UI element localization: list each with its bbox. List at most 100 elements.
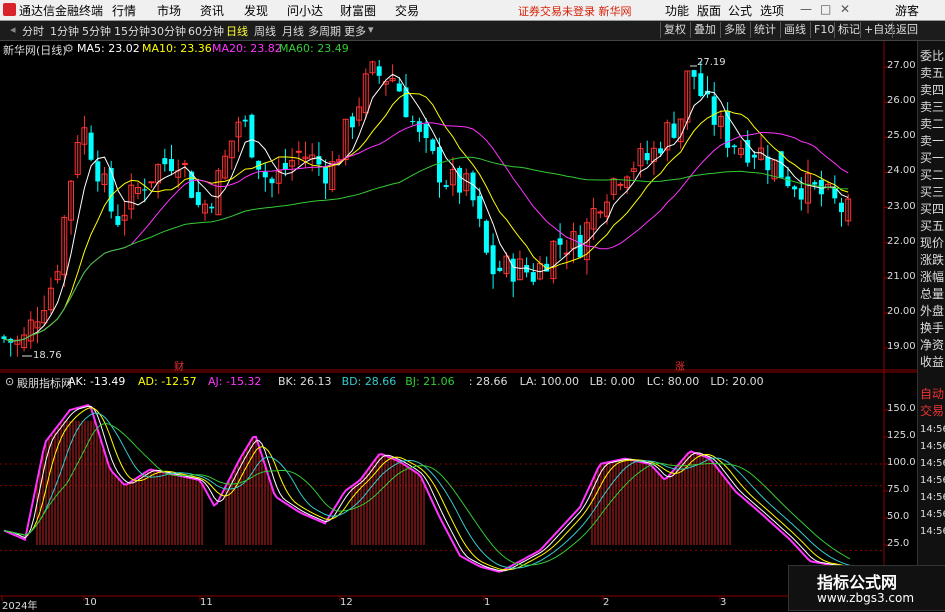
side-field-8[interactable]: 买三: [920, 183, 944, 200]
indicator-value: : 28.66: [468, 375, 508, 388]
side-field-13[interactable]: 涨幅: [920, 268, 944, 285]
indicator-value: AK: -13.49: [68, 375, 126, 388]
side-field-10[interactable]: 买五: [920, 217, 944, 234]
side-field-5[interactable]: 卖一: [920, 132, 944, 149]
ma10-label: MA10: 23.36: [142, 42, 212, 55]
date-label: 3: [720, 597, 727, 608]
indicator-tick: 50.0: [887, 511, 910, 522]
side-time-1: 14:56: [920, 441, 945, 452]
date-label: 2: [603, 597, 610, 608]
side-trade-0[interactable]: 自动: [920, 385, 944, 402]
side-field-14[interactable]: 总量: [920, 285, 944, 302]
side-field-3[interactable]: 卖三: [920, 98, 944, 115]
candle-body: [423, 124, 429, 138]
side-field-9[interactable]: 买四: [920, 200, 944, 217]
side-field-4[interactable]: 卖二: [920, 115, 944, 132]
price-tick: 23.00: [887, 200, 916, 212]
indicator-value: BK: 26.13: [278, 375, 332, 388]
candle-body: [457, 167, 463, 193]
quote-side-panel: 委比 卖五 卖四 卖三 卖二 卖一 买一 买二 买三 买四 买五 现价 涨跌 涨幅 总量 外盘 换手 净资 收益自动…: [917, 41, 945, 609]
side-field-1[interactable]: 卖五: [920, 64, 944, 81]
candle-body: [195, 192, 201, 206]
price-tick: 19.00: [887, 341, 916, 352]
price-tick: 26.00: [887, 95, 916, 107]
candle-body: [249, 114, 255, 158]
candle-body: [839, 202, 844, 213]
watermark-title: 指标公式网: [817, 573, 898, 592]
candle-body: [1, 336, 7, 340]
indicator-value: AD: -12.57: [138, 375, 197, 388]
low-price-label: 18.76: [33, 350, 62, 361]
candle-body: [169, 159, 174, 172]
price-tick: 21.00: [887, 270, 916, 282]
candle-body: [181, 163, 188, 166]
side-field-15[interactable]: 外盘: [920, 302, 944, 319]
side-field-12[interactable]: 涨跌: [920, 251, 944, 268]
side-time-3: 14:56: [920, 475, 945, 486]
side-field-17[interactable]: 净资: [920, 336, 944, 353]
candle-body: [698, 73, 704, 97]
ma20-label: MA20: 23.82: [212, 42, 282, 55]
candle-body: [282, 162, 288, 170]
indicator-value: LB: 0.00: [589, 375, 635, 388]
candle-body: [115, 216, 121, 225]
side-time-0: 14:56: [920, 424, 945, 435]
candle-body: [497, 267, 503, 271]
side-field-2[interactable]: 卖四: [920, 81, 944, 98]
candle-body: [262, 171, 268, 178]
side-field-11[interactable]: 现价: [920, 234, 944, 251]
side-field-16[interactable]: 换手: [920, 319, 944, 336]
indicator-value: LD: 20.00: [710, 375, 764, 388]
date-label: 2024年: [2, 601, 38, 612]
candle-body: [349, 116, 355, 128]
candle-body: [295, 150, 302, 153]
ma5-label: MA5: 23.02: [77, 42, 140, 55]
indicator-value: LC: 80.00: [646, 375, 700, 388]
side-trade-1[interactable]: 交易: [920, 402, 944, 419]
price-tick: 22.00: [887, 235, 916, 247]
watermark: 指标公式网 www.zbgs3.com: [788, 565, 945, 611]
candle-body: [798, 188, 804, 200]
indicator-line-4: [3, 422, 851, 566]
ma-line-20: [3, 122, 849, 342]
high-price-label: 27.19: [697, 57, 726, 68]
price-tick: 24.00: [887, 165, 916, 177]
candle-body: [142, 189, 148, 191]
side-field-6[interactable]: 买一: [920, 149, 944, 166]
stock-title: 新华网(日线): [3, 44, 67, 57]
event-marker-cai[interactable]: 财: [174, 358, 184, 373]
candle-body: [148, 181, 155, 184]
candle-body: [410, 121, 416, 123]
watermark-url: www.zbgs3.com: [817, 591, 915, 605]
candle-body: [443, 185, 449, 187]
candle-body: [711, 96, 717, 125]
indicator-title[interactable]: 殿朋指标网: [17, 375, 72, 391]
date-label: 1: [484, 597, 491, 608]
indicator-tick: 25.0: [887, 538, 910, 549]
candle-body: [209, 206, 215, 209]
side-field-7[interactable]: 买二: [920, 166, 944, 183]
candle-body: [396, 83, 402, 92]
candle-body: [477, 196, 483, 219]
candle-body: [644, 153, 650, 161]
price-tick: 20.00: [887, 305, 916, 317]
side-field-18[interactable]: 收益: [920, 353, 944, 370]
side-time-5: 14:56: [920, 509, 945, 520]
settings-gear-icon[interactable]: ⚙: [64, 42, 74, 55]
event-marker-zhang[interactable]: 涨: [675, 358, 685, 373]
candle-body: [416, 121, 422, 132]
candle-body: [617, 183, 624, 186]
candle-body: [95, 161, 101, 182]
candle-body: [437, 147, 442, 183]
date-label: 11: [200, 597, 213, 608]
indicator-value: BJ: 21.06: [405, 375, 455, 388]
price-tick: 27.00: [887, 60, 916, 71]
kline-chart[interactable]: [0, 0, 945, 609]
candle-body: [430, 139, 436, 151]
candle-body: [751, 154, 757, 158]
candle-body: [658, 148, 664, 154]
side-field-0[interactable]: 委比: [920, 47, 944, 64]
candle-body: [792, 186, 798, 190]
candle-body: [88, 132, 94, 160]
indicator-value: AJ: -15.32: [208, 375, 262, 388]
